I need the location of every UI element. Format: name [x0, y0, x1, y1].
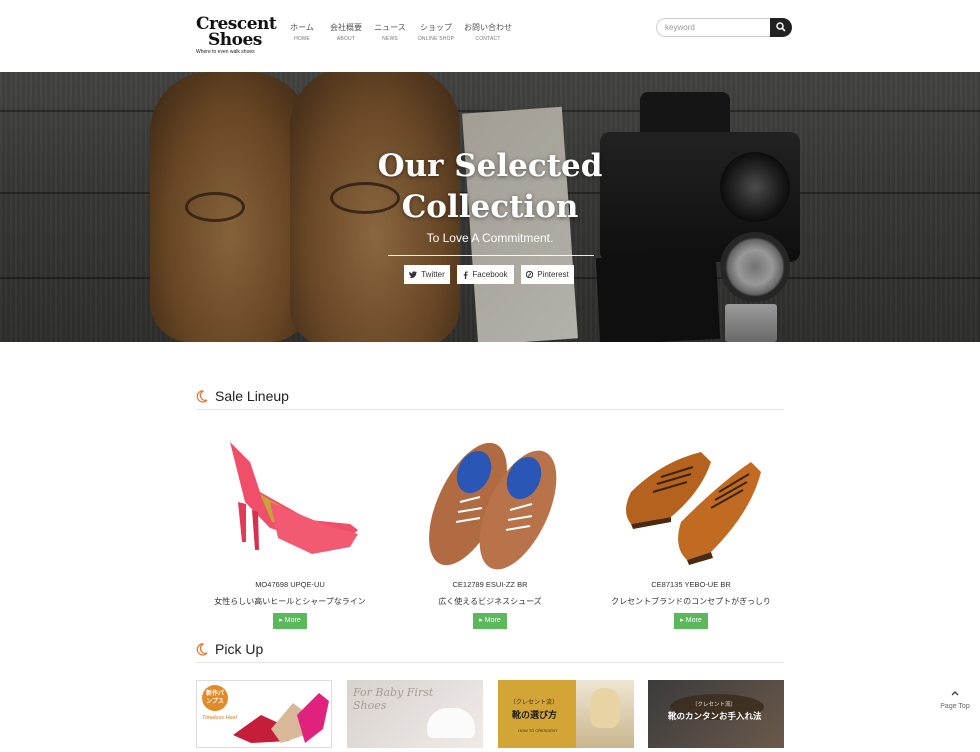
nav-label-jp: お問い合わせ — [464, 23, 512, 32]
product-card: MO47698 UPQE-UU 女性らしい高いヒールとシャープなライン ▸ Mo… — [200, 432, 380, 629]
main-nav: ホーム HOME 会社概要 ABOUT ニュース NEWS ショップ ONLIN… — [284, 22, 514, 42]
pickup-card-baby-shoes[interactable]: For Baby First Shoes — [347, 680, 483, 748]
nav-item-about[interactable]: 会社概要 ABOUT — [326, 22, 366, 42]
twitter-icon — [409, 271, 418, 278]
pinterest-icon — [526, 271, 534, 278]
page-top-label: Page Top — [940, 703, 970, 710]
site-logo[interactable]: Crescent Shoes Where to even walk shoes — [196, 16, 277, 56]
product-code: CE87135 YEBO-UE BR — [651, 580, 731, 589]
pickup-card-new-pumps[interactable]: 新作パンプス Timeless Heel — [196, 680, 332, 748]
pick-up-title: Pick Up — [215, 641, 264, 657]
hero-subtitle: To Love A Commitment. — [426, 231, 554, 245]
pumps-image — [233, 693, 329, 743]
nav-label-en: ABOUT — [336, 36, 356, 42]
hero-title-line2: Collection — [401, 189, 579, 225]
more-button-label: More — [284, 617, 301, 624]
crescent-moon-icon — [196, 643, 208, 656]
more-button[interactable]: ▸ More — [674, 613, 708, 629]
nav-label-jp: 会社概要 — [330, 23, 362, 32]
more-button-label: More — [685, 617, 702, 624]
nav-label-jp: ホーム — [290, 23, 314, 32]
nav-label-jp: ニュース — [374, 23, 406, 32]
nav-label-en: HOME — [294, 36, 310, 42]
sale-lineup-heading: Sale Lineup — [196, 386, 784, 410]
nav-item-contact[interactable]: お問い合わせ CONTACT — [462, 22, 514, 42]
pickup-label: 〔クレセント流〕 — [692, 702, 737, 708]
nav-item-shop[interactable]: ショップ ONLINE SHOP — [414, 22, 458, 42]
dog-head-image — [590, 688, 620, 728]
pickup-headline: 靴のカンタンお手入れ法 — [668, 711, 762, 721]
search-button[interactable] — [770, 18, 792, 37]
pickup-footnote: HOW TO CRESCENT — [518, 728, 558, 733]
hero-banner: Our Selected Collection To Love A Commit… — [0, 72, 980, 342]
hero-title-line1: Our Selected — [377, 148, 603, 184]
nav-item-home[interactable]: ホーム HOME — [284, 22, 320, 42]
pickup-label: 〔クレセント流〕 — [510, 700, 559, 706]
search-box — [656, 18, 792, 37]
nav-item-news[interactable]: ニュース NEWS — [370, 22, 410, 42]
site-header: Crescent Shoes Where to even walk shoes … — [0, 0, 980, 72]
share-twitter-label: Twitter — [421, 270, 445, 279]
chevron-up-icon — [951, 691, 959, 696]
product-card: CE12789 ESUI-ZZ BR 広く使えるビジネスシューズ ▸ More — [400, 432, 580, 629]
nav-label-en: NEWS — [382, 36, 398, 42]
product-image-woven-brogue[interactable] — [400, 432, 580, 572]
nav-label-en: CONTACT — [475, 36, 501, 42]
new-badge-label: 新作パンプス — [205, 691, 224, 705]
pick-up-heading: Pick Up — [196, 639, 784, 663]
product-description: 女性らしい高いヒールとシャープなライン — [214, 597, 366, 606]
facebook-icon — [464, 271, 469, 279]
more-button[interactable]: ▸ More — [473, 613, 507, 629]
share-pinterest-label: Pinterest — [537, 270, 569, 279]
hero-title: Our Selected Collection — [340, 146, 640, 228]
product-code: CE12789 ESUI-ZZ BR — [452, 580, 528, 589]
page-top-button[interactable]: Page Top — [936, 683, 974, 710]
nav-label-en: ONLINE SHOP — [417, 36, 455, 42]
more-button[interactable]: ▸ More — [273, 613, 307, 629]
hero-divider — [388, 255, 594, 256]
crescent-moon-icon — [196, 390, 208, 403]
sale-lineup-title: Sale Lineup — [215, 388, 289, 404]
product-image-red-heel[interactable] — [200, 432, 380, 572]
more-button-label: More — [484, 617, 501, 624]
share-twitter-button[interactable]: Twitter — [404, 265, 450, 284]
share-pinterest-button[interactable]: Pinterest — [521, 265, 574, 284]
search-icon — [776, 22, 786, 32]
pickup-caption: For Baby First Shoes — [353, 686, 434, 712]
share-facebook-button[interactable]: Facebook — [457, 265, 514, 284]
pickup-headline: 靴の選び方 — [512, 710, 558, 720]
product-code: MO47698 UPQE-UU — [255, 580, 325, 589]
product-description: クレセントブランドのコンセプトがぎっしり — [611, 597, 771, 606]
product-description: 広く使えるビジネスシューズ — [438, 597, 542, 606]
share-facebook-label: Facebook — [472, 270, 508, 279]
pickup-card-shoe-care[interactable]: 〔クレセント流〕 靴のカンタンお手入れ法 — [648, 680, 784, 748]
logo-text-line2: Shoes — [208, 30, 262, 50]
product-image-brown-oxford[interactable] — [601, 432, 781, 572]
nav-label-jp: ショップ — [420, 23, 452, 32]
pickup-card-how-to-choose[interactable]: 〔クレセント流〕 靴の選び方 HOW TO CRESCENT — [498, 680, 634, 748]
logo-tagline: Where to even walk shoes — [196, 49, 255, 55]
search-input[interactable] — [656, 18, 772, 37]
product-card: CE87135 YEBO-UE BR クレセントブランドのコンセプトがぎっしり … — [601, 432, 781, 629]
baby-shoe-image — [427, 708, 475, 738]
